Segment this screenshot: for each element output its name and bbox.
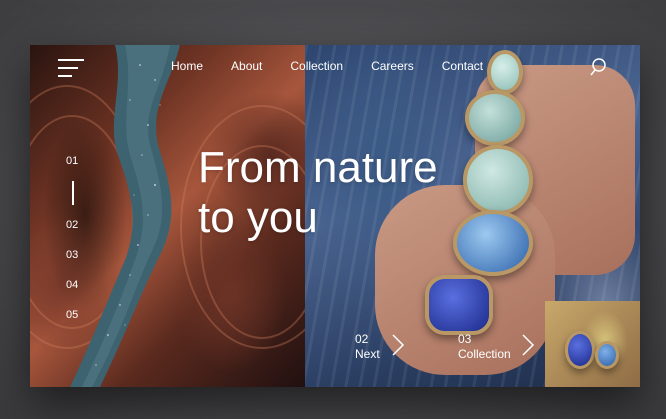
- main-nav: Home About Collection Careers Contact: [171, 59, 511, 73]
- chevron-right-icon[interactable]: [390, 333, 406, 357]
- next-step-number: 02: [355, 332, 369, 346]
- hero-headline-line1: From nature: [198, 143, 438, 192]
- collection-thumbnail[interactable]: [545, 301, 640, 387]
- nav-item-careers[interactable]: Careers: [371, 59, 414, 73]
- hero-headline: From nature to you: [198, 143, 438, 243]
- pager-item[interactable]: 05: [66, 309, 78, 321]
- hero-headline-line2: to you: [198, 193, 318, 242]
- pager-active-indicator: [72, 181, 74, 205]
- next-step-link[interactable]: 02 Next: [355, 332, 380, 362]
- pager-item[interactable]: 02: [66, 219, 78, 231]
- pager-item[interactable]: 04: [66, 279, 78, 291]
- hamburger-menu-icon[interactable]: [58, 59, 84, 79]
- next-step-label: Next: [355, 347, 380, 361]
- chevron-right-icon[interactable]: [520, 333, 536, 357]
- nav-item-contact[interactable]: Contact: [442, 59, 483, 73]
- collection-step-number: 03: [458, 332, 472, 346]
- search-icon[interactable]: [590, 57, 610, 77]
- hero-card: Home About Collection Careers Contact Fr…: [30, 45, 640, 387]
- collection-step-label: Collection: [458, 347, 511, 361]
- pager-item[interactable]: 03: [66, 249, 78, 261]
- nav-item-about[interactable]: About: [231, 59, 262, 73]
- nav-item-collection[interactable]: Collection: [290, 59, 343, 73]
- collection-step-link[interactable]: 03 Collection: [458, 332, 511, 362]
- pager-item-active[interactable]: 01: [66, 155, 78, 167]
- nav-item-home[interactable]: Home: [171, 59, 203, 73]
